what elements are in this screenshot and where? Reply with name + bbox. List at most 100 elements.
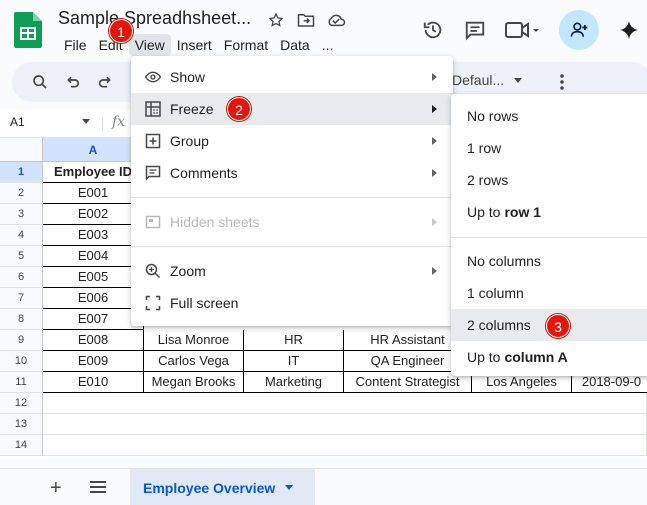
table-cell[interactable]: Marketing [244,372,344,393]
sheets-logo-icon [14,12,42,48]
cloud-saved-icon[interactable] [326,10,346,30]
header-actions [421,10,641,50]
comments-icon[interactable] [463,18,487,42]
submenu-arrow-icon [432,169,437,177]
row-header[interactable]: 7 [0,288,43,309]
table-cell[interactable]: E005 [43,267,144,288]
row-header[interactable]: 4 [0,225,43,246]
sheet-tab-employee-overview[interactable]: Employee Overview [130,469,315,505]
table-cell[interactable]: Carlos Vega [144,351,244,372]
share-button[interactable] [559,10,599,50]
menu-insert[interactable]: Insert [171,34,218,56]
menu-item-freeze[interactable]: Freeze [131,93,453,125]
table-cell[interactable]: IT [244,351,344,372]
menu-format[interactable]: Format [218,34,274,56]
menu-item-label: Show [170,69,206,85]
step-badge-1: 1 [109,19,133,43]
row-header[interactable]: 6 [0,267,43,288]
table-cell[interactable]: E006 [43,288,144,309]
menu-item-zoom[interactable]: Zoom [131,255,453,287]
comment-icon [145,165,161,181]
row-header[interactable]: 11 [0,372,43,393]
row-header[interactable]: 13 [0,414,43,435]
menu-file[interactable]: File [58,34,93,56]
submenu-arrow-icon [432,73,437,81]
select-all-corner[interactable] [0,138,43,162]
menu-item-group[interactable]: Group [131,125,453,157]
freeze-1-row[interactable]: 1 row [451,132,647,164]
gemini-sparkle-icon[interactable] [617,18,641,42]
menu-divider [131,197,453,198]
table-cell[interactable]: E009 [43,351,144,372]
table-cell[interactable]: E004 [43,246,144,267]
table-cell[interactable]: E001 [43,183,144,204]
all-sheets-menu-icon[interactable] [90,481,106,496]
row-header[interactable]: 9 [0,330,43,351]
sheet-bar: + Employee Overview [0,468,647,505]
group-plus-icon [145,133,161,149]
redo-icon[interactable] [95,72,115,92]
sheet-tab-label: Employee Overview [143,479,276,496]
menu-divider [131,246,453,247]
empty-row[interactable] [43,435,647,456]
add-person-icon [570,22,588,37]
version-history-icon[interactable] [421,18,445,42]
table-cell[interactable]: E003 [43,225,144,246]
menu-item-label: Freeze [170,101,214,117]
freeze-option-prefix: Up to [467,349,501,365]
table-cell[interactable]: E002 [43,204,144,225]
column-header-a[interactable]: A [43,138,144,162]
sheets-window: Sample Spreadhsheet... File Edit View In… [0,0,647,505]
add-sheet-icon[interactable]: + [50,477,62,500]
table-cell[interactable]: Lisa Monroe [144,330,244,351]
menu-item-show[interactable]: Show [131,61,453,93]
search-menus-icon[interactable] [30,72,50,92]
view-menu: Show Freeze Group Comments Hidden sheets… [131,56,453,326]
menu-item-comments[interactable]: Comments [131,157,453,189]
freeze-up-to-row-1[interactable]: Up to row 1 [451,196,647,228]
more-options-icon[interactable] [552,72,572,92]
row-header[interactable]: 2 [0,183,43,204]
row-header[interactable]: 14 [0,435,43,456]
move-folder-icon[interactable] [296,10,316,30]
row-header[interactable]: 12 [0,393,43,414]
eye-icon [145,69,161,85]
row-header[interactable]: 5 [0,246,43,267]
table-cell[interactable]: Megan Brooks [144,372,244,393]
font-family-select[interactable]: Defaul... [452,72,523,88]
undo-icon[interactable] [63,72,83,92]
name-box[interactable]: A1 [10,115,25,129]
table-cell[interactable]: E010 [43,372,144,393]
freeze-no-rows[interactable]: No rows [451,100,647,132]
table-cell[interactable]: E008 [43,330,144,351]
freeze-option-prefix: Up to [467,204,501,220]
freeze-no-columns[interactable]: No columns [451,245,647,277]
row-header[interactable]: 1 [0,162,43,183]
table-cell[interactable]: E007 [43,309,144,330]
menu-item-full-screen[interactable]: Full screen [131,287,453,319]
menu-data[interactable]: Data [274,34,316,56]
document-title[interactable]: Sample Spreadhsheet... [58,8,251,29]
freeze-2-rows[interactable]: 2 rows [451,164,647,196]
menu-divider [451,237,647,238]
freeze-grid-icon [145,101,161,117]
freeze-up-to-column-a[interactable]: Up to column A [451,341,647,373]
table-cell[interactable]: HR [244,330,344,351]
header-cell[interactable]: Employee ID [43,162,144,183]
row-header[interactable]: 10 [0,351,43,372]
freeze-1-column[interactable]: 1 column [451,277,647,309]
menu-item-label: Group [170,133,209,149]
empty-row[interactable] [43,414,647,435]
sheet-tab-caret-icon[interactable] [285,485,294,490]
fx-icon: fx [112,114,126,130]
caret-down-icon [514,77,523,83]
menu-view[interactable]: View [128,34,171,56]
menu-more[interactable]: ... [316,34,340,56]
row-header[interactable]: 3 [0,204,43,225]
empty-row[interactable] [43,393,647,414]
star-icon[interactable] [266,10,286,30]
name-box-caret-icon[interactable] [82,119,90,124]
meet-video-icon[interactable] [505,18,541,42]
row-header[interactable]: 8 [0,309,43,330]
menu-item-label: Full screen [170,295,239,311]
